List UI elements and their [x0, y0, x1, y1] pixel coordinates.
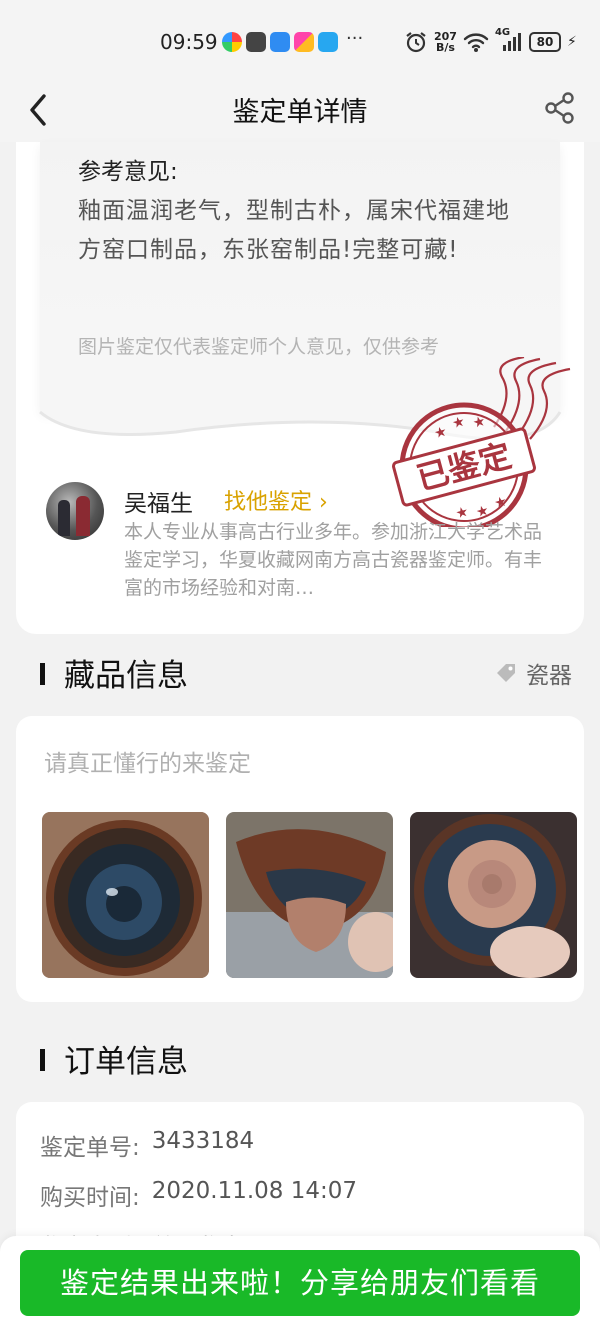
tag-icon	[497, 664, 515, 682]
section-marker	[40, 1049, 45, 1071]
category-label: 瓷器	[526, 663, 572, 689]
order-section-title: 订单信息	[64, 1044, 188, 1080]
order-number-value: 3433184	[151, 1128, 255, 1154]
collection-photo-side[interactable]	[226, 812, 393, 978]
collection-description: 请真正懂行的来鉴定	[44, 751, 251, 777]
app-notification-icon	[294, 32, 314, 52]
collection-photo-foot[interactable]	[410, 812, 577, 978]
navigation-bar: 鉴定单详情	[0, 88, 600, 142]
collection-section-title: 藏品信息	[64, 658, 188, 694]
weather-icon	[270, 32, 290, 52]
collection-card: 请真正懂行的来鉴定	[16, 716, 584, 1002]
network-speed: 207 B/s	[434, 31, 457, 53]
wifi-icon	[463, 33, 489, 52]
collection-section-header: 藏品信息 瓷器	[40, 650, 580, 694]
order-row-number: 鉴定单号: 3433184	[40, 1128, 254, 1162]
notification-icons	[222, 32, 338, 52]
bottom-action-bar: 鉴定结果出来啦！分享给朋友们看看	[0, 1236, 600, 1333]
charging-icon: ⚡	[566, 34, 577, 50]
photo-gallery	[42, 812, 577, 978]
status-bar: 09:59 ··· 207 B/s 4G 80 ⚡	[0, 0, 600, 88]
app-notification-icon	[246, 32, 266, 52]
opinion-heading: 参考意见:	[78, 159, 178, 185]
more-notifications-icon: ···	[346, 28, 364, 49]
category-tag: 瓷器	[494, 656, 572, 690]
share-result-button[interactable]: 鉴定结果出来啦！分享给朋友们看看	[20, 1250, 580, 1316]
purchase-time-label: 购买时间:	[40, 1185, 140, 1211]
battery-indicator: 80	[528, 32, 561, 52]
cellular-signal-icon: 4G	[495, 27, 523, 53]
share-icon	[545, 92, 574, 124]
appraiser-name: 吴福生	[124, 491, 193, 517]
order-section-header: 订单信息	[40, 1036, 580, 1080]
status-indicators: 207 B/s 4G 80 ⚡	[404, 27, 577, 54]
purchase-time-value: 2020.11.08 14:07	[151, 1178, 358, 1204]
share-button[interactable]	[542, 90, 578, 126]
opinion-text: 釉面温润老气，型制古朴，属宋代福建地方窑口制品，东张窑制品!完整可藏!	[78, 198, 510, 263]
alarm-icon	[406, 32, 426, 53]
opinion-disclaimer: 图片鉴定仅代表鉴定师个人意见，仅供参考	[78, 336, 440, 358]
section-marker	[40, 663, 45, 685]
appraiser-bio: 本人专业从事高古行业多年。参加浙江大学艺术品鉴定学习，华夏收藏网南方高古瓷器鉴定…	[124, 521, 543, 599]
app-notification-icon	[222, 32, 242, 52]
appraisal-result-card: 参考意见: 釉面温润老气，型制古朴，属宋代福建地方窑口制品，东张窑制品!完整可藏…	[16, 142, 584, 634]
page-title: 鉴定单详情	[232, 97, 368, 128]
find-appraiser-link[interactable]: 找他鉴定 ›	[224, 484, 328, 516]
collection-photo-top[interactable]	[42, 812, 209, 978]
appraiser-info: 吴福生 找他鉴定 › 本人专业从事高古行业多年。参加浙江大学艺术品鉴定学习，华夏…	[46, 482, 566, 602]
status-time: 09:59	[160, 30, 218, 54]
network-speed-unit: B/s	[436, 41, 455, 54]
order-row-time: 购买时间: 2020.11.08 14:07	[40, 1178, 357, 1212]
search-app-icon	[318, 32, 338, 52]
appraiser-avatar[interactable]	[46, 482, 104, 540]
order-number-label: 鉴定单号:	[40, 1135, 140, 1161]
